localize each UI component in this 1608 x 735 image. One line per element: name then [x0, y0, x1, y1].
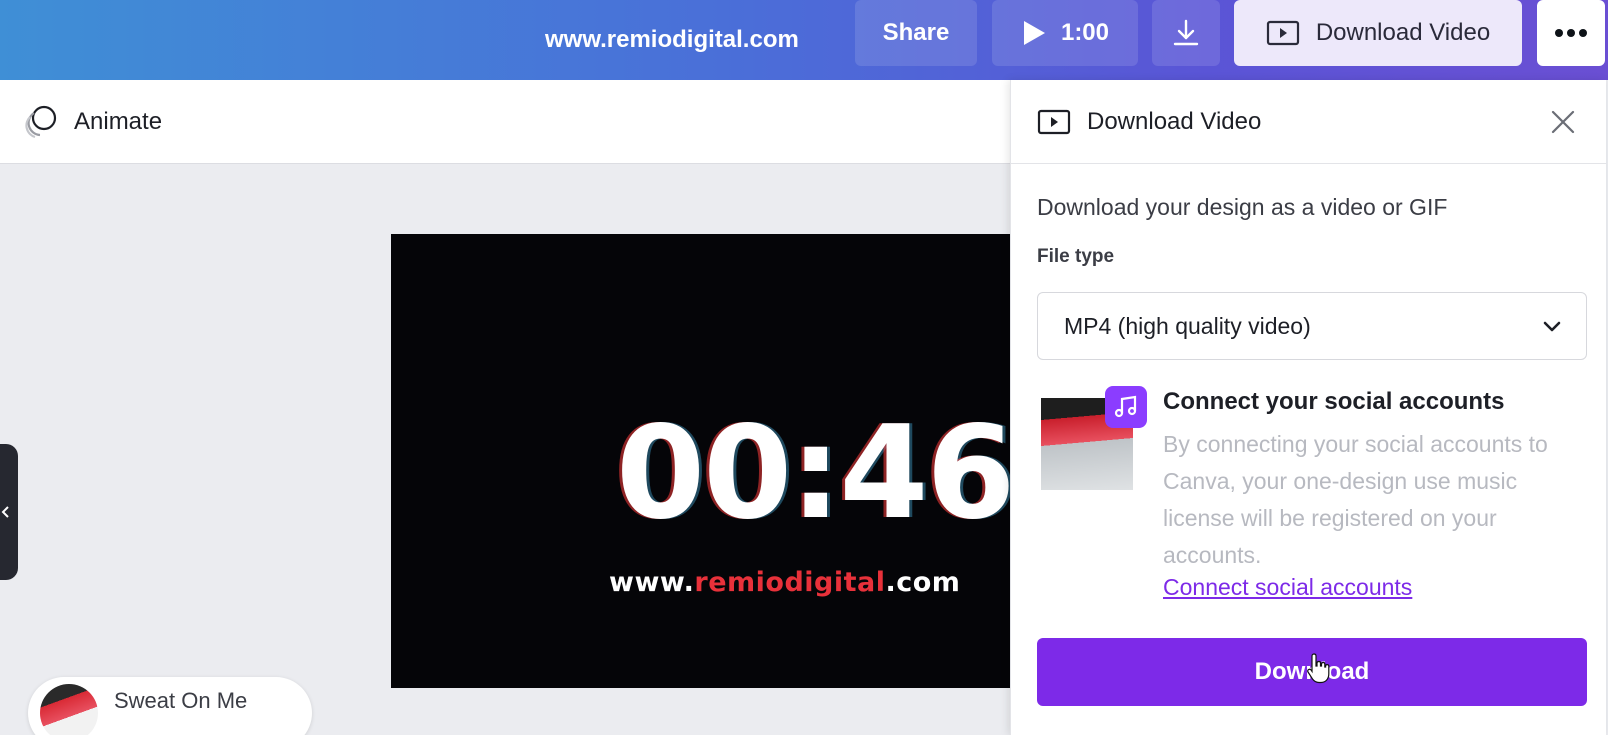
panel-description: Download your design as a video or GIF	[1037, 194, 1448, 220]
social-accounts-title: Connect your social accounts	[1163, 388, 1505, 415]
top-bar: www.remiodigital.com Share 1:00 Download…	[0, 0, 1608, 80]
download-icon-button[interactable]	[1152, 0, 1220, 66]
video-icon	[1266, 20, 1299, 46]
chevron-left-icon	[1, 506, 9, 518]
animate-label: Animate	[74, 108, 163, 135]
panel-title-text: Download Video	[1087, 108, 1262, 135]
overlay-url: www.remiodigital.com	[609, 567, 960, 598]
animate-button[interactable]: Animate	[22, 100, 162, 144]
play-duration: 1:00	[1060, 19, 1110, 46]
music-note-icon	[1114, 395, 1137, 418]
overlay-url-suffix: .com	[885, 567, 961, 598]
music-track-title: Sweat On Me	[114, 688, 248, 713]
file-type-value: MP4 (high quality video)	[1064, 312, 1311, 339]
download-panel: Download Video Download your design as a…	[1010, 80, 1607, 735]
share-label: Share	[882, 19, 950, 46]
canvas-area: 00:46 www.remiodigital.com	[0, 164, 1011, 735]
more-dots-icon	[1555, 29, 1587, 37]
file-type-select[interactable]: MP4 (high quality video)	[1037, 292, 1587, 360]
download-arrow-icon	[1173, 19, 1199, 46]
design-title[interactable]: www.remiodigital.com	[545, 18, 799, 62]
chevron-down-icon	[1543, 321, 1561, 332]
close-panel-button[interactable]	[1545, 104, 1581, 140]
music-track-thumbnail	[40, 684, 98, 735]
close-icon	[1551, 110, 1575, 134]
download-video-button[interactable]: Download Video	[1234, 0, 1522, 66]
more-options-button[interactable]	[1537, 0, 1605, 66]
music-badge	[1105, 386, 1147, 428]
overlay-url-prefix: www.	[609, 567, 695, 598]
music-track-chip[interactable]: Sweat On Me	[28, 677, 312, 735]
panel-title: Download Video	[1037, 100, 1261, 144]
play-button[interactable]: 1:00	[992, 0, 1138, 66]
panel-header: Download Video	[1011, 80, 1607, 164]
connect-social-accounts-link[interactable]: Connect social accounts	[1163, 574, 1412, 601]
download-video-label: Download Video	[1315, 19, 1491, 46]
video-preview[interactable]: 00:46 www.remiodigital.com	[391, 234, 1011, 688]
file-type-label: File type	[1037, 246, 1115, 267]
social-accounts-description: By connecting your social accounts to Ca…	[1163, 431, 1548, 568]
editor-toolbar: Animate	[0, 80, 1010, 164]
play-icon	[1023, 21, 1045, 45]
animate-icon	[25, 105, 57, 139]
hand-cursor-icon	[1307, 653, 1330, 684]
countdown-timer: 00:46	[616, 399, 1011, 548]
video-icon	[1037, 109, 1071, 135]
share-button[interactable]: Share	[855, 0, 977, 66]
overlay-url-brand: remiodigital	[694, 567, 886, 598]
side-panel-toggle[interactable]	[0, 444, 18, 580]
